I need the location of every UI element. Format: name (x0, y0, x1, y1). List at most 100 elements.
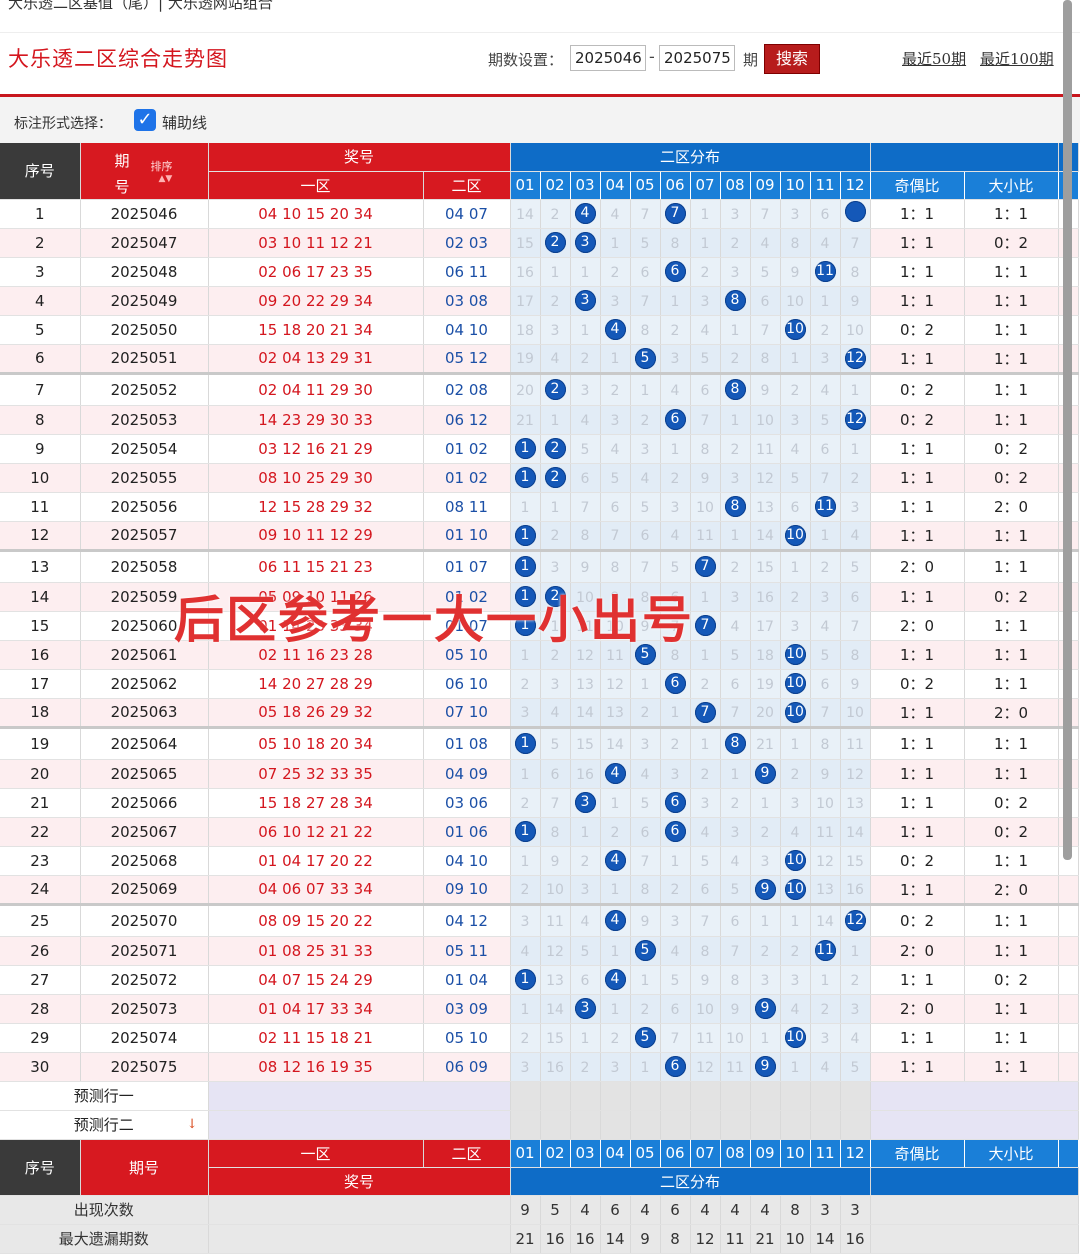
dist-cell-04: 1 (600, 875, 631, 905)
predict-row-2-cell[interactable] (600, 1110, 631, 1140)
predict-row-1-cell[interactable] (840, 1081, 871, 1111)
dist-cell-10: 10 (780, 669, 811, 699)
hit-ball: 2 (544, 467, 566, 488)
dist-cell-03: 1 (570, 1023, 601, 1053)
miss-count: 2 (700, 766, 710, 783)
dist-cell-07: 11 (690, 1023, 721, 1053)
period-to-input[interactable]: 2025075 (659, 45, 735, 71)
aux-line-label[interactable]: 辅助线 (162, 112, 207, 133)
row-period: 2025048 (80, 257, 209, 287)
row-big-small: 1：1 (964, 936, 1059, 966)
predict-row-2-zone[interactable] (208, 1110, 511, 1140)
predict-row-2-cell[interactable] (510, 1110, 541, 1140)
aux-line-checkbox[interactable]: ✓ (134, 109, 156, 131)
predict-row-1-cell[interactable] (540, 1081, 571, 1111)
recent-100-link[interactable]: 最近100期 (980, 48, 1054, 69)
miss-count: 20 (756, 705, 774, 721)
predict-row-1-cell[interactable] (600, 1081, 631, 1111)
predict-row-1-cell[interactable] (660, 1081, 691, 1111)
predict-row-2-cell[interactable] (540, 1110, 571, 1140)
row-index: 11 (0, 492, 81, 522)
dist-cell-07: 7 (690, 611, 721, 641)
period-from-input[interactable]: 2025046 (570, 45, 646, 71)
predict-row-1-cell[interactable] (570, 1081, 601, 1111)
predict-row-2-cell[interactable] (630, 1110, 661, 1140)
predict-row-1-ratio[interactable] (870, 1081, 1079, 1111)
predict-row-2-cell[interactable] (720, 1110, 751, 1140)
col-header-odd-even: 奇偶比 (870, 171, 965, 200)
predict-row-2-cell[interactable] (780, 1110, 811, 1140)
predict-row-1-cell[interactable] (510, 1081, 541, 1111)
hit-ball: 9 (754, 998, 776, 1019)
predict-row-1-cell[interactable] (750, 1081, 781, 1111)
miss-count: 2 (610, 824, 620, 841)
row-index: 16 (0, 640, 81, 670)
predict-row-2-cell[interactable] (660, 1110, 691, 1140)
miss-count: 2 (520, 795, 530, 812)
predict-row-2-cell[interactable] (750, 1110, 781, 1140)
dist-cell-06: 5 (660, 548, 691, 583)
row-odd-even: 2：0 (870, 611, 965, 641)
miss-count: 3 (580, 382, 590, 399)
row-index: 28 (0, 994, 81, 1024)
predict-row-1-cell[interactable] (690, 1081, 721, 1111)
miss-count: 5 (850, 1059, 860, 1076)
hit-ball: 4 (604, 850, 626, 871)
dist-cell-08: 3 (720, 817, 751, 847)
hit-ball: 10 (784, 644, 806, 665)
footer-header-ball-04: 04 (600, 1139, 631, 1168)
predict-row-2-cell[interactable] (690, 1110, 721, 1140)
row-odd-even: 0：2 (870, 315, 965, 345)
predict-row-2-ratio[interactable] (870, 1110, 1079, 1140)
row-big-small: 0：2 (964, 965, 1059, 995)
row-index: 7 (0, 371, 81, 406)
dist-cell-11: 11 (810, 817, 841, 847)
miss-count: 1 (730, 766, 740, 783)
row-big-small: 2：0 (964, 698, 1059, 728)
miss-count: 1 (520, 499, 530, 516)
miss-count: 3 (520, 913, 530, 930)
sort-button[interactable]: 排序 (151, 158, 173, 174)
hit-ball (844, 201, 866, 222)
footer-header-ball-07: 07 (690, 1139, 721, 1168)
miss-count: 3 (640, 736, 650, 753)
search-button[interactable]: 搜索 (764, 44, 820, 74)
miss-count: 7 (670, 1030, 680, 1047)
predict-row-1-cell[interactable] (810, 1081, 841, 1111)
recent-50-link[interactable]: 最近50期 (902, 48, 966, 69)
predict-row-1-zone[interactable] (208, 1081, 511, 1111)
predict-row-1-label: 预测行一 (0, 1081, 209, 1111)
col-header-ball-04: 04 (600, 171, 631, 200)
dist-cell-12: 16 (840, 875, 871, 905)
dist-cell-06: 7 (660, 1023, 691, 1053)
predict-row-2-cell[interactable] (840, 1110, 871, 1140)
miss-count: 1 (700, 206, 710, 223)
predict-row-1-cell[interactable] (720, 1081, 751, 1111)
hit-ball: 4 (604, 763, 626, 784)
row-index: 25 (0, 902, 81, 937)
predict-row-1-cell[interactable] (630, 1081, 661, 1111)
dist-cell-07: 9 (690, 463, 721, 493)
miss-count: 3 (730, 824, 740, 841)
scrollbar[interactable] (1063, 0, 1072, 860)
col-header-ball-02: 02 (540, 171, 571, 200)
dist-cell-01: 19 (510, 344, 541, 374)
miss-count: 5 (730, 882, 740, 898)
dist-cell-08: 8 (720, 965, 751, 995)
row-overflow (1058, 994, 1079, 1024)
miss-count: 4 (850, 528, 860, 544)
arrow-down-icon[interactable]: ↓ (187, 1117, 198, 1132)
predict-row-1-cell[interactable] (780, 1081, 811, 1111)
row-zone2-numbers: 04 07 (423, 199, 511, 229)
predict-row-2-cell[interactable] (810, 1110, 841, 1140)
stat-max-miss-value: 16 (540, 1224, 571, 1254)
dist-cell-09: 18 (750, 640, 781, 670)
predict-row-2-cell[interactable] (570, 1110, 601, 1140)
row-zone2-numbers: 01 02 (423, 463, 511, 493)
col-header-ratio-group (870, 143, 1059, 172)
dist-cell-09: 11 (750, 434, 781, 464)
miss-count: 10 (846, 322, 864, 339)
row-period: 2025053 (80, 405, 209, 435)
miss-count: 2 (790, 766, 800, 783)
hit-ball: 5 (634, 940, 656, 961)
